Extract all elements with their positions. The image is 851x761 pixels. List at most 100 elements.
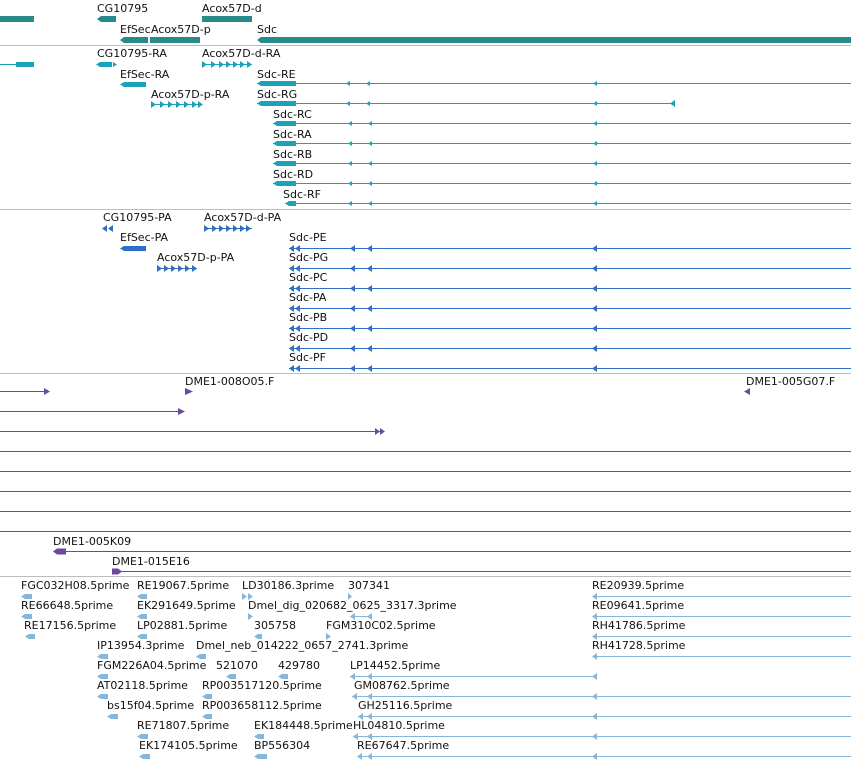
transcript-feature[interactable] (120, 82, 146, 87)
protein-labels: CG10795-PA Acox57D-d-PA EfSec-PA Acox57D… (103, 211, 328, 364)
est-label: FGM310C02.5prime (326, 619, 436, 632)
clone-feature[interactable] (744, 388, 750, 395)
est-label: RP003517120.5prime (202, 679, 322, 692)
gene-feature[interactable] (0, 16, 34, 22)
est-feature[interactable] (357, 753, 851, 760)
gene-feature[interactable] (257, 37, 851, 43)
est-label: RE19067.5prime (137, 579, 229, 592)
est-label: BP556304 (254, 739, 310, 752)
transcript-label: Sdc-RF (283, 188, 321, 201)
est-label: 307341 (348, 579, 390, 592)
genome-browser-canvas: CG10795 Acox57D-d EfSec Acox57D-p Sdc CG… (0, 2, 851, 760)
clone-feature[interactable] (0, 388, 50, 395)
transcript-label: Sdc-RD (273, 168, 313, 181)
est-label: 429780 (278, 659, 320, 672)
est-feature[interactable] (139, 754, 150, 759)
est-label: bs15f04.5prime (107, 699, 194, 712)
est-label: LD30186.3prime (242, 579, 334, 592)
transcript-feature[interactable] (257, 81, 851, 86)
gene-feature[interactable] (120, 37, 148, 43)
est-label: AT02118.5prime (97, 679, 188, 692)
protein-label: Sdc-PA (289, 291, 327, 304)
protein-label: Acox57D-p-PA (157, 251, 235, 264)
clone-feature[interactable] (53, 548, 851, 555)
transcript-label: Sdc-RA (273, 128, 312, 141)
transcript-label: Sdc-RE (257, 68, 296, 81)
protein-label: EfSec-PA (120, 231, 169, 244)
protein-label: Sdc-PG (289, 251, 328, 264)
est-labels: FGC032H08.5prime RE19067.5prime LD30186.… (21, 579, 686, 752)
protein-label: Sdc-PE (289, 231, 327, 244)
protein-feature[interactable] (289, 265, 851, 272)
clone-feature[interactable] (185, 388, 193, 395)
protein-label: Sdc-PC (289, 271, 328, 284)
est-feature[interactable] (248, 613, 253, 620)
transcript-feature[interactable] (273, 161, 851, 166)
est-label: FGM226A04.5prime (97, 659, 207, 672)
protein-feature[interactable] (289, 345, 851, 352)
transcript-label: CG10795-RA (97, 47, 167, 60)
clone-feature[interactable] (0, 428, 385, 435)
est-label: RE67647.5prime (357, 739, 449, 752)
est-label: RE71807.5prime (137, 719, 229, 732)
protein-feature[interactable] (289, 365, 851, 372)
est-feature[interactable] (592, 653, 851, 660)
protein-feature[interactable] (289, 285, 851, 292)
transcript-feature[interactable] (16, 62, 34, 67)
gene-label: CG10795 (97, 2, 148, 15)
transcript-label: Sdc-RC (273, 108, 312, 121)
gene-feature[interactable] (97, 16, 116, 22)
protein-feature[interactable] (120, 246, 146, 251)
protein-label: Sdc-PF (289, 351, 326, 364)
est-feature[interactable] (25, 634, 35, 639)
gene-label: Acox57D-d (202, 2, 262, 15)
clone-label: DME1-015E16 (112, 555, 190, 568)
est-label: GH25116.5prime (358, 699, 453, 712)
est-label: RH41786.5prime (592, 619, 686, 632)
est-label: EK291649.5prime (137, 599, 236, 612)
protein-feature[interactable] (289, 325, 851, 332)
clone-label: DME1-008O05.F (185, 375, 274, 388)
clone-label: DME1-005K09 (53, 535, 131, 548)
est-label: RP003658112.5prime (202, 699, 322, 712)
protein-feature[interactable] (289, 305, 851, 312)
transcript-feature[interactable] (273, 121, 851, 126)
est-label: LP14452.5prime (350, 659, 441, 672)
transcript-feature[interactable] (257, 100, 675, 107)
est-feature[interactable] (107, 714, 118, 719)
gene-track: CG10795 Acox57D-d EfSec Acox57D-p Sdc (0, 2, 851, 43)
est-feature[interactable] (254, 754, 267, 759)
est-label: RH41728.5prime (592, 639, 686, 652)
gene-label: Acox57D-p (151, 23, 211, 36)
protein-label: CG10795-PA (103, 211, 172, 224)
est-label: RE66648.5prime (21, 599, 113, 612)
clone-feature[interactable] (0, 408, 185, 415)
protein-feature[interactable] (102, 225, 113, 232)
protein-label: Acox57D-d-PA (204, 211, 282, 224)
est-label: 521070 (216, 659, 258, 672)
est-label: 305758 (254, 619, 296, 632)
est-label: FGC032H08.5prime (21, 579, 130, 592)
gene-feature[interactable] (150, 37, 200, 43)
transcript-feature[interactable] (273, 181, 851, 186)
transcript-feature[interactable] (96, 62, 112, 67)
est-label: RE17156.5prime (24, 619, 116, 632)
transcript-label: Sdc-RB (273, 148, 312, 161)
transcript-track (0, 61, 851, 206)
est-label: EK184448.5prime (254, 719, 353, 732)
protein-feature[interactable] (289, 245, 851, 252)
est-label: RE09641.5prime (592, 599, 684, 612)
transcript-label: Acox57D-p-RA (151, 88, 230, 101)
clone-feature[interactable] (112, 568, 851, 575)
gene-label: EfSec (120, 23, 151, 36)
gene-feature[interactable] (202, 16, 252, 22)
transcript-feature[interactable] (285, 201, 851, 206)
clone-label: DME1-005G07.F (746, 375, 835, 388)
protein-label: Sdc-PD (289, 331, 328, 344)
transcript-label: Sdc-RG (257, 88, 297, 101)
transcript-label: Acox57D-d-RA (202, 47, 281, 60)
est-label: EK174105.5prime (139, 739, 238, 752)
transcript-feature[interactable] (273, 141, 851, 146)
transcript-label: EfSec-RA (120, 68, 170, 81)
est-label: HL04810.5prime (353, 719, 445, 732)
